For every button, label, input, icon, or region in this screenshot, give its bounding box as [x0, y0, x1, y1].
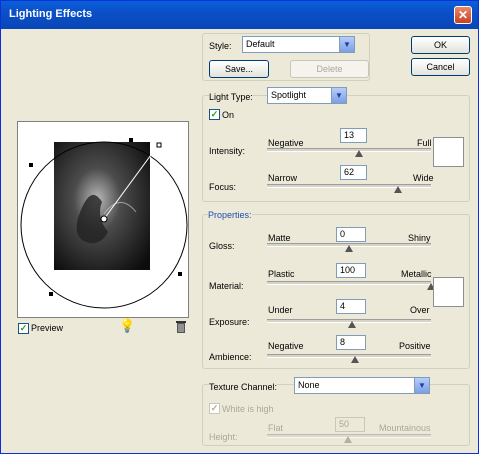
height-slider-thumb[interactable]	[344, 436, 352, 443]
material-slider[interactable]	[267, 281, 431, 285]
material-max-label: Metallic	[401, 269, 432, 279]
ambience-slider[interactable]	[267, 354, 431, 358]
window-title: Lighting Effects	[9, 8, 93, 20]
white-is-high-label: White is high	[222, 404, 274, 414]
ambience-max-label: Positive	[399, 341, 431, 351]
trash-icon[interactable]	[175, 320, 187, 336]
light-direction-handle[interactable]	[156, 142, 162, 148]
intensity-max-label: Full	[417, 138, 432, 148]
preview-canvas	[20, 138, 188, 309]
intensity-label: Intensity:	[209, 146, 246, 156]
gloss-max-label: Shiny	[408, 233, 431, 243]
intensity-slider-thumb[interactable]	[355, 150, 363, 157]
gloss-slider-thumb[interactable]	[345, 245, 353, 252]
focus-min-label: Narrow	[268, 173, 298, 183]
light-edge-handle[interactable]	[178, 272, 182, 276]
light-bulb-icon[interactable]: 💡	[119, 318, 135, 334]
chevron-down-icon: ▼	[331, 88, 346, 103]
preview-label: Preview	[31, 323, 64, 333]
title-bar: Lighting Effects ✕	[1, 1, 478, 29]
light-edge-handle[interactable]	[129, 138, 133, 142]
ambience-min-label: Negative	[268, 341, 304, 351]
exposure-label: Exposure:	[209, 317, 250, 327]
style-select[interactable]: Default ▼	[242, 36, 355, 53]
light-type-select[interactable]: Spotlight ▼	[267, 87, 347, 104]
material-label: Material:	[209, 281, 244, 291]
ambient-color-swatch[interactable]	[433, 277, 464, 307]
light-edge-handle[interactable]	[49, 292, 53, 296]
light-type-value: Spotlight	[271, 90, 307, 100]
properties-title: Properties:	[208, 210, 252, 220]
exposure-max-label: Over	[410, 305, 430, 315]
style-select-value: Default	[246, 39, 275, 49]
style-label: Style:	[209, 41, 232, 51]
close-button[interactable]: ✕	[454, 6, 472, 24]
ambience-slider-thumb[interactable]	[351, 356, 359, 363]
material-field[interactable]: 100	[336, 263, 366, 278]
light-on-label: On	[222, 110, 235, 120]
height-field[interactable]: 50	[335, 417, 365, 432]
texture-channel-value: None	[298, 380, 320, 390]
lighting-effects-dialog: Lighting Effects ✕ ✓ Preview 💡 Style: De…	[0, 0, 479, 454]
gloss-min-label: Matte	[268, 233, 291, 243]
light-type-label: Light Type:	[209, 92, 253, 102]
chevron-down-icon: ▼	[414, 378, 429, 393]
height-min-label: Flat	[268, 423, 284, 433]
preview-panel[interactable]	[17, 121, 189, 318]
intensity-slider[interactable]	[267, 148, 431, 152]
light-edge-handle[interactable]	[29, 163, 33, 167]
exposure-slider-thumb[interactable]	[348, 321, 356, 328]
save-button[interactable]: Save...	[209, 60, 269, 78]
material-min-label: Plastic	[268, 269, 295, 279]
preview-image	[54, 142, 150, 270]
focus-max-label: Wide	[413, 173, 434, 183]
gloss-field[interactable]: 0	[336, 227, 366, 242]
intensity-field[interactable]: 13	[340, 128, 367, 143]
light-color-swatch[interactable]	[433, 137, 464, 167]
intensity-min-label: Negative	[268, 138, 304, 148]
light-center-handle[interactable]	[100, 215, 108, 223]
preview-checkbox[interactable]: ✓	[18, 323, 29, 334]
focus-field[interactable]: 62	[340, 165, 367, 180]
light-on-checkbox[interactable]: ✓	[209, 109, 220, 120]
texture-channel-select[interactable]: None ▼	[294, 377, 430, 394]
cancel-button[interactable]: Cancel	[411, 58, 470, 76]
focus-label: Focus:	[209, 182, 237, 192]
focus-slider[interactable]	[267, 184, 431, 188]
height-label: Height:	[209, 432, 238, 442]
height-max-label: Mountainous	[379, 423, 431, 433]
chevron-down-icon: ▼	[339, 37, 354, 52]
texture-channel-label: Texture Channel:	[209, 382, 278, 392]
exposure-min-label: Under	[268, 305, 293, 315]
ambience-label: Ambience:	[209, 352, 252, 362]
gloss-label: Gloss:	[209, 241, 235, 251]
exposure-field[interactable]: 4	[336, 299, 366, 314]
ambience-field[interactable]: 8	[336, 335, 366, 350]
ok-button[interactable]: OK	[411, 36, 470, 54]
white-is-high-checkbox[interactable]: ✓	[209, 403, 220, 414]
delete-button[interactable]: Delete	[290, 60, 369, 78]
focus-slider-thumb[interactable]	[394, 186, 402, 193]
